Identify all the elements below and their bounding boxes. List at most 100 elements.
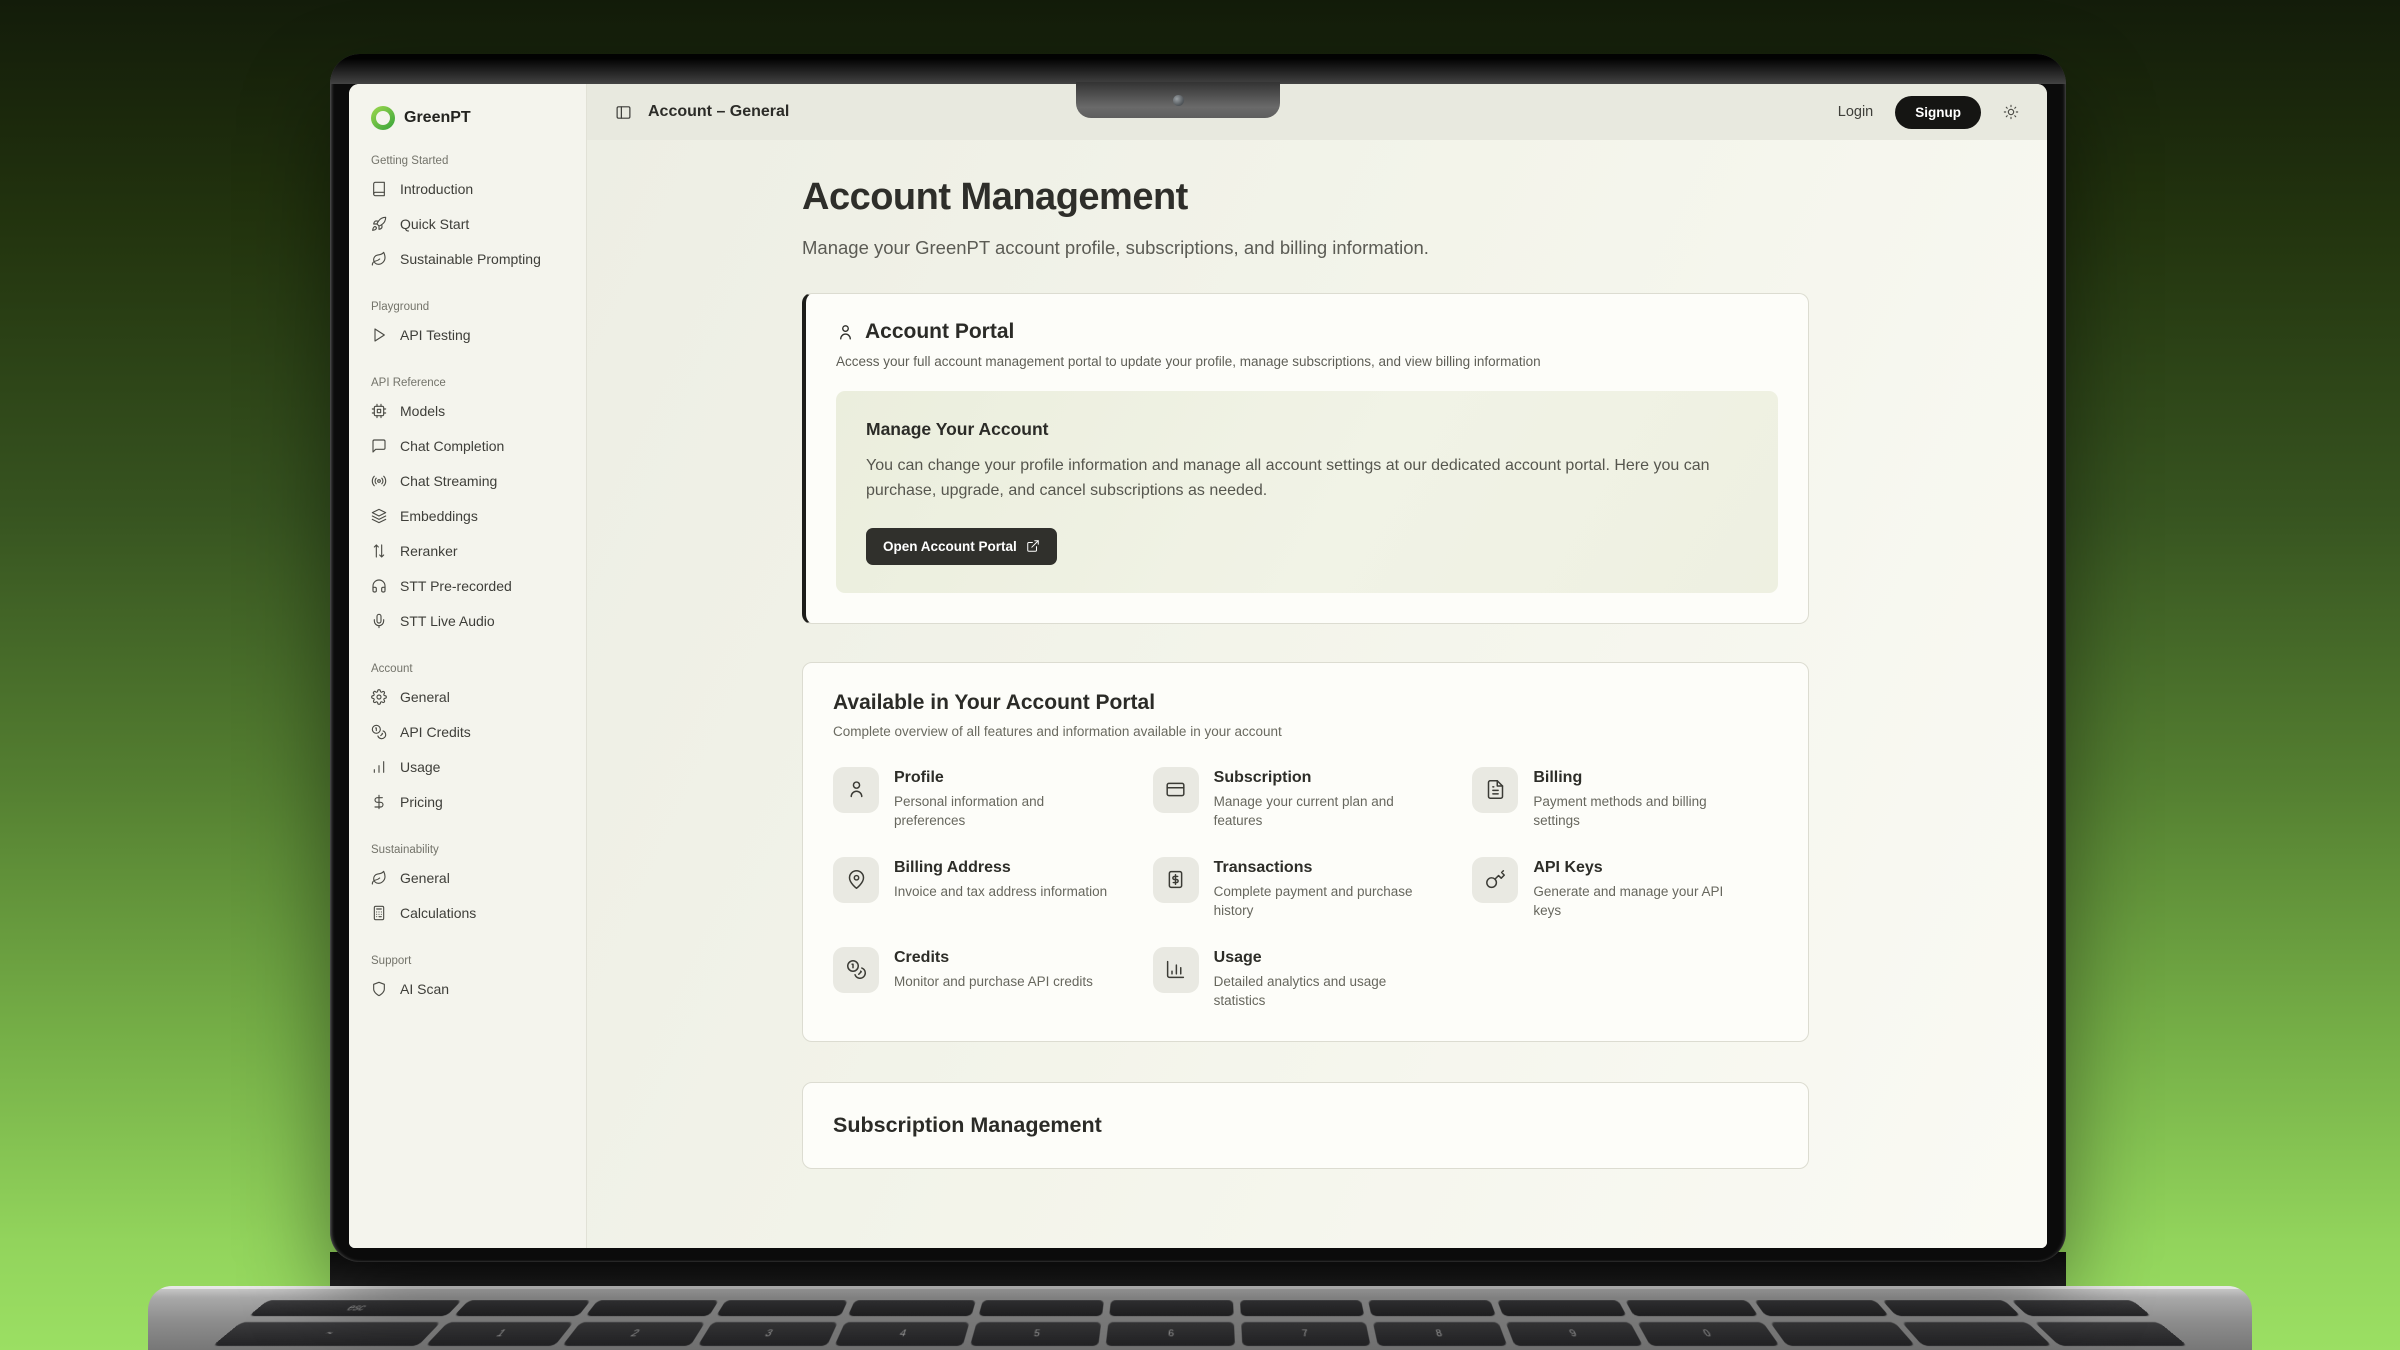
feature-icon-tile <box>833 767 879 813</box>
keyboard-key: 0 <box>1637 1322 1779 1346</box>
sidebar-item-ai-scan[interactable]: AI Scan <box>371 971 574 1006</box>
signup-button[interactable]: Signup <box>1895 96 1981 129</box>
browser-viewport: GreenPT Getting Started Introduction Quick… <box>349 84 2047 1248</box>
feature-text: Billing AddressInvoice and tax address i… <box>894 857 1107 921</box>
sidebar-item-quick-start[interactable]: Quick Start <box>371 206 574 241</box>
feature-title: API Keys <box>1533 859 1751 877</box>
laptop-bezel <box>330 54 2066 84</box>
laptop-notch <box>1076 82 1280 118</box>
headphones-icon <box>371 578 387 594</box>
laptop-screen: GreenPT Getting Started Introduction Quick… <box>330 54 2066 1262</box>
sidebar-section-label: Playground <box>371 301 574 313</box>
greenpt-logo-icon <box>371 106 395 130</box>
invoice-icon <box>1485 779 1506 800</box>
book-icon <box>371 181 387 197</box>
credit-card-icon <box>1165 779 1186 800</box>
sidebar-section-label: Sustainability <box>371 844 574 856</box>
brand[interactable]: GreenPT <box>371 106 574 130</box>
features-grid: ProfilePersonal information and preferen… <box>833 767 1778 1011</box>
keyboard-key <box>1368 1300 1496 1316</box>
feature-title: Billing Address <box>894 859 1107 877</box>
topbar: Account – General Login Signup <box>587 84 2047 140</box>
feature-text: TransactionsComplete payment and purchas… <box>1214 857 1432 921</box>
sidebar-item-stt-pre-recorded[interactable]: STT Pre-recorded <box>371 568 574 603</box>
chart-icon <box>371 759 387 775</box>
sidebar-item-label: General <box>400 870 450 886</box>
feature-description: Detailed analytics and usage statistics <box>1214 972 1432 1011</box>
gear-icon <box>371 689 387 705</box>
feature-text: CreditsMonitor and purchase API credits <box>894 947 1093 1011</box>
keyboard-key: esc <box>248 1300 462 1316</box>
sidebar-item-label: Models <box>400 403 445 419</box>
sidebar-section-playground: Playground API Testing <box>371 301 574 352</box>
feature-description: Personal information and preferences <box>894 792 1112 831</box>
panel-left-icon <box>615 104 632 121</box>
sidebar-section-account: AccountGeneralAPI CreditsUsagePricing <box>371 663 574 819</box>
sidebar-toggle-button[interactable] <box>615 104 632 121</box>
map-pin-icon <box>846 869 867 890</box>
open-account-portal-label: Open Account Portal <box>883 539 1017 554</box>
laptop-keyboard: esc~1234567890tabQWE <box>157 1300 2244 1350</box>
sidebar-item-reranker[interactable]: Reranker <box>371 533 574 568</box>
feature-title: Usage <box>1214 949 1432 967</box>
feature-text: Usage Detailed analytics and usage statis… <box>1214 947 1432 1011</box>
content-area[interactable]: Account Management Manage your GreenPT a… <box>587 140 2047 1248</box>
sidebar-item-sustainable-prompting[interactable]: Sustainable Prompting <box>371 241 574 276</box>
feature-text: BillingPayment methods and billing setti… <box>1533 767 1751 831</box>
sidebar-item-label: AI Scan <box>400 981 449 997</box>
feature-description: Complete payment and purchase history <box>1214 882 1432 921</box>
feature-text: ProfilePersonal information and preferen… <box>894 767 1112 831</box>
open-account-portal-button[interactable]: Open Account Portal <box>866 528 1057 565</box>
sidebar-item-label: Introduction <box>400 181 473 197</box>
sidebar-item-api-credits[interactable]: API Credits <box>371 714 574 749</box>
sidebar-section-label: Getting Started <box>371 155 574 167</box>
keyboard-key <box>1769 1322 1915 1346</box>
account-portal-title: Account Portal <box>865 320 1014 344</box>
bar-chart-icon <box>1165 959 1186 980</box>
feature-icon-tile <box>1472 857 1518 903</box>
login-button[interactable]: Login <box>1838 104 1873 120</box>
account-portal-header: Account Portal <box>836 320 1778 344</box>
sidebar-item-label: Calculations <box>400 905 476 921</box>
theme-toggle-button[interactable] <box>2003 104 2019 120</box>
keyboard-key <box>979 1300 1105 1316</box>
sidebar-item-chat-streaming[interactable]: Chat Streaming <box>371 463 574 498</box>
sidebar-item-stt-live-audio[interactable]: STT Live Audio <box>371 603 574 638</box>
sidebar-item-embeddings[interactable]: Embeddings <box>371 498 574 533</box>
laptop-base: esc~1234567890tabQWE <box>148 1286 2252 1350</box>
feature-description: Monitor and purchase API credits <box>894 972 1093 992</box>
subscription-management-title: Subscription Management <box>833 1113 1778 1138</box>
sidebar-item-models[interactable]: Models <box>371 393 574 428</box>
rocket-icon <box>371 216 387 232</box>
sidebar-item-label: Reranker <box>400 543 458 559</box>
keyboard-key: 4 <box>834 1322 970 1346</box>
sidebar-item-usage[interactable]: Usage <box>371 749 574 784</box>
keyboard-key <box>847 1300 976 1316</box>
sidebar-item-calculations[interactable]: Calculations <box>371 895 574 930</box>
manage-account-box: Manage Your Account You can change your … <box>836 391 1778 593</box>
calculator-icon <box>371 905 387 921</box>
keyboard-key: 6 <box>1106 1322 1235 1346</box>
feature-icon-tile <box>1472 767 1518 813</box>
sidebar-item-general[interactable]: General <box>371 679 574 714</box>
sidebar-item-introduction[interactable]: Introduction <box>371 171 574 206</box>
feature-item-billing-address: Billing AddressInvoice and tax address i… <box>833 857 1139 921</box>
sidebar-item-api-testing[interactable]: API Testing <box>371 317 574 352</box>
webcam-icon <box>1173 95 1184 106</box>
keyboard-key <box>454 1300 591 1316</box>
sidebar-item-general[interactable]: General <box>371 860 574 895</box>
keyboard-key <box>2011 1300 2152 1316</box>
sidebar-item-label: STT Live Audio <box>400 613 495 629</box>
keyboard-key <box>1902 1322 2052 1346</box>
keyboard-key <box>1240 1300 1365 1316</box>
feature-description: Generate and manage your API keys <box>1533 882 1751 921</box>
receipt-icon <box>1165 869 1186 890</box>
keyboard-row: ~1234567890 <box>212 1322 2187 1346</box>
sidebar: GreenPT Getting Started Introduction Quick… <box>349 84 587 1248</box>
feature-icon-tile <box>833 857 879 903</box>
leaf-icon <box>371 870 387 886</box>
feature-text: API Keys Generate and manage your API key… <box>1533 857 1751 921</box>
sidebar-item-chat-completion[interactable]: Chat Completion <box>371 428 574 463</box>
feature-icon-tile <box>1153 857 1199 903</box>
sidebar-item-pricing[interactable]: Pricing <box>371 784 574 819</box>
